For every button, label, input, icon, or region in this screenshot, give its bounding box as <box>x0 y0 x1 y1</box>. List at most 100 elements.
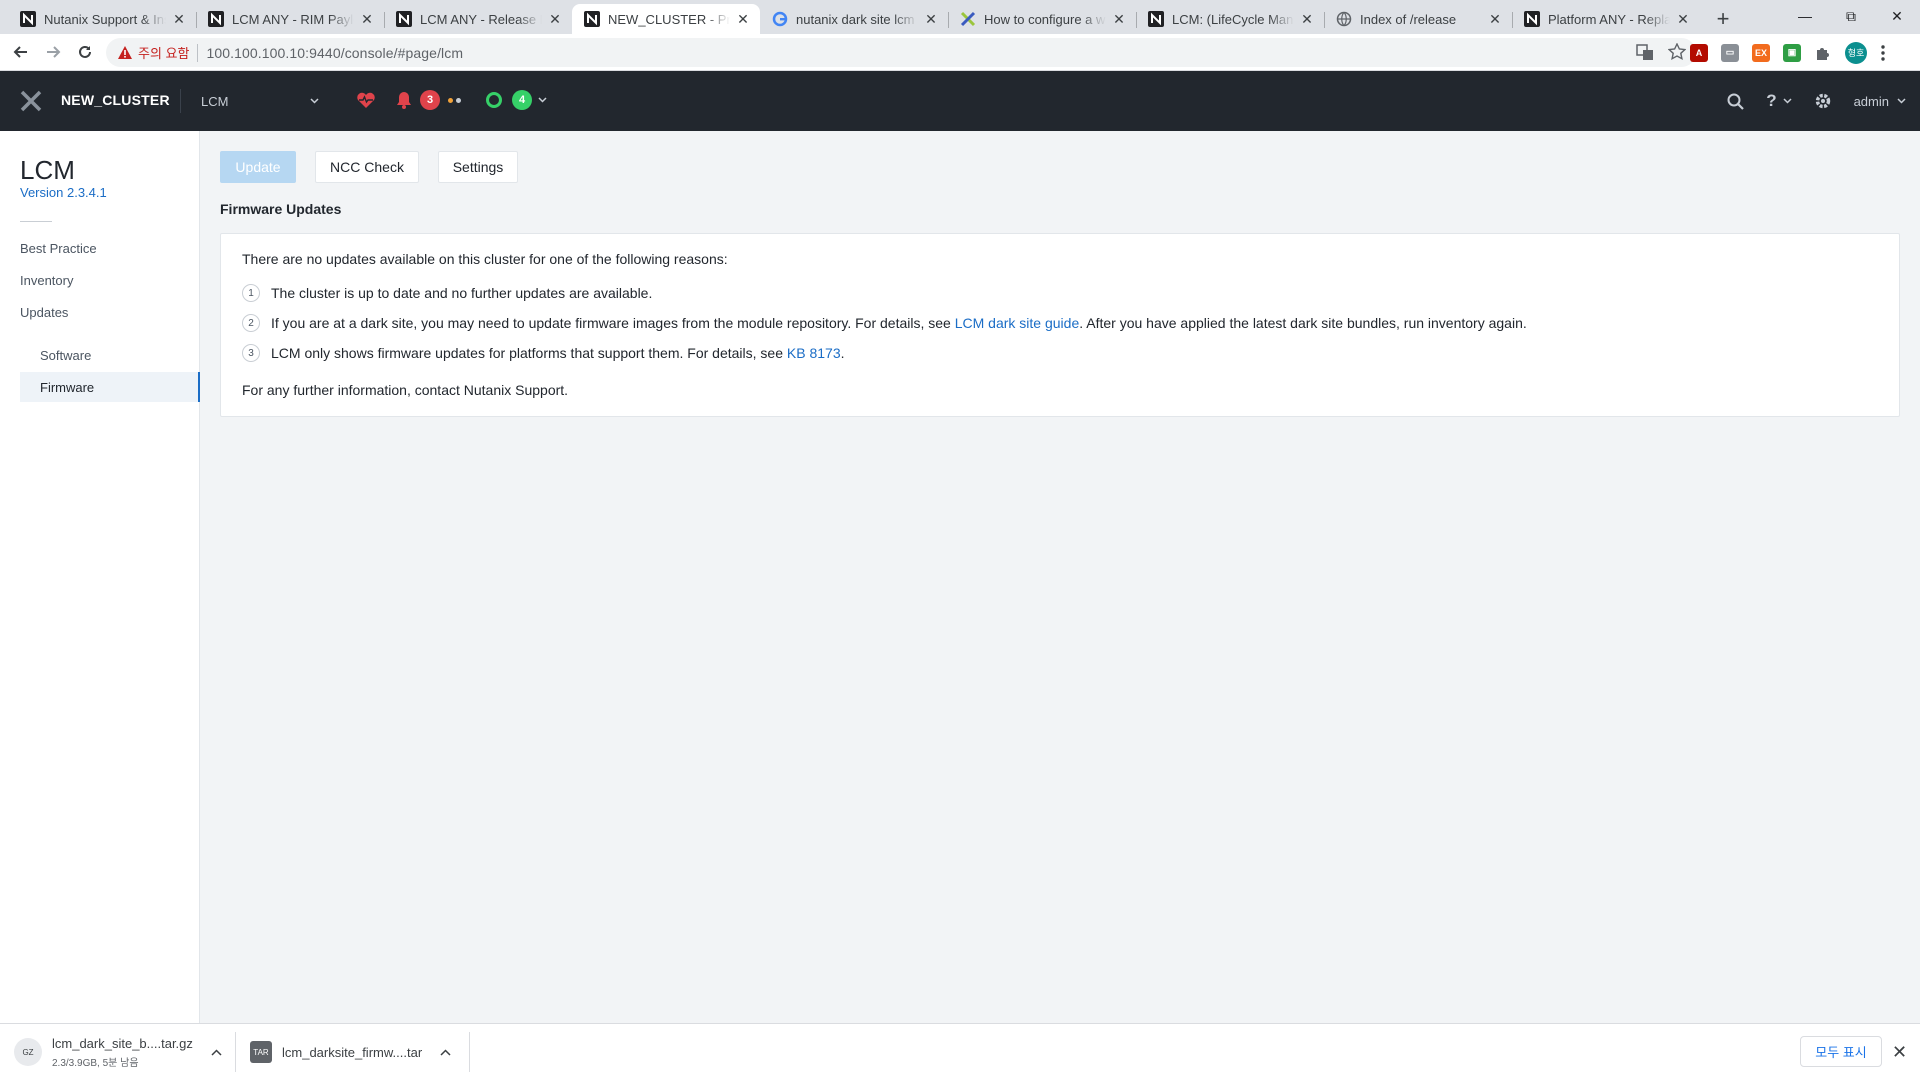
browser-menu-icon[interactable] <box>1880 44 1886 62</box>
kb-8173-link[interactable]: KB 8173 <box>787 345 841 361</box>
tab-close-icon[interactable]: ✕ <box>922 10 940 28</box>
security-warning-label: 주의 요함 <box>138 46 190 61</box>
tab-close-icon[interactable]: ✕ <box>1674 10 1692 28</box>
page-select-value: LCM <box>201 93 229 109</box>
tab-title: Platform ANY - Replace <box>1548 11 1670 27</box>
new-tab-button[interactable]: + <box>1706 4 1740 34</box>
header-divider <box>180 89 181 113</box>
info-dot <box>456 97 461 103</box>
help-menu[interactable]: ? <box>1766 91 1792 111</box>
tab-close-icon[interactable]: ✕ <box>170 10 188 28</box>
tasks-widget[interactable]: 4 <box>486 90 547 110</box>
settings-button[interactable] <box>1814 92 1832 110</box>
search-button[interactable] <box>1727 93 1744 110</box>
task-ring-icon <box>486 92 502 108</box>
browser-tab[interactable]: Nutanix Support & Insights✕ <box>8 4 196 34</box>
sidebar-item-updates[interactable]: Updates <box>20 305 68 320</box>
browser-tab[interactable]: Platform ANY - Replace✕ <box>1512 4 1700 34</box>
window-close-button[interactable]: ✕ <box>1874 0 1920 32</box>
tasks-count-badge: 4 <box>512 90 532 110</box>
update-button[interactable]: Update <box>220 151 296 183</box>
tab-close-icon[interactable]: ✕ <box>1298 10 1316 28</box>
user-name: admin <box>1853 93 1889 109</box>
puzzle-extensions-icon[interactable] <box>1814 44 1832 62</box>
download-divider <box>469 1032 470 1072</box>
health-heart-icon[interactable] <box>356 91 376 109</box>
cast-extension-icon[interactable]: ▭ <box>1721 43 1739 62</box>
download-divider <box>235 1032 236 1072</box>
tab-close-icon[interactable]: ✕ <box>734 10 752 28</box>
nutanix-icon <box>1148 11 1164 27</box>
browser-tab[interactable]: How to configure a web✕ <box>948 4 1136 34</box>
minimize-button[interactable]: — <box>1782 0 1828 32</box>
translate-icon[interactable] <box>1636 43 1654 61</box>
reason-text: . After you have applied the latest dark… <box>1079 315 1527 331</box>
browser-tab[interactable]: NEW_CLUSTER - Prism✕ <box>572 4 760 34</box>
tab-title: Index of /release <box>1360 11 1457 27</box>
tab-close-icon[interactable]: ✕ <box>1110 10 1128 28</box>
nutanix-icon <box>1524 11 1540 27</box>
browser-tab[interactable]: LCM ANY - Release Notes✕ <box>384 4 572 34</box>
browser-tab-strip: Nutanix Support & Insights✕LCM ANY - RIM… <box>0 0 1920 34</box>
download-shelf: GZ lcm_dark_site_b....tar.gz 2.3/3.9GB, … <box>0 1023 1920 1080</box>
settings-tab-button[interactable]: Settings <box>438 151 518 183</box>
back-button[interactable] <box>5 36 37 68</box>
section-title: Firmware Updates <box>220 201 342 217</box>
address-bar[interactable]: 주의 요함 100.100.100.10:9440/console/#page/… <box>106 38 1696 67</box>
nutanix-icon <box>20 11 36 27</box>
cluster-name[interactable]: NEW_CLUSTER <box>61 92 170 108</box>
browser-tab[interactable]: LCM: (LifeCycle Manager)✕ <box>1136 4 1324 34</box>
ex-extension-icon[interactable]: EX <box>1752 43 1770 62</box>
browser-toolbar: 주의 요함 100.100.100.10:9440/console/#page/… <box>0 34 1920 71</box>
browser-tab[interactable]: nutanix dark site lcm li ✕ <box>760 4 948 34</box>
screen-extension-icon[interactable]: ▣ <box>1783 43 1801 62</box>
reason-item: 3 LCM only shows firmware updates for pl… <box>242 344 845 362</box>
sidebar-item-software[interactable]: Software <box>20 340 200 370</box>
reload-button[interactable] <box>69 36 101 68</box>
alerts-widget[interactable]: 3 <box>396 90 461 110</box>
security-warning[interactable]: 주의 요함 <box>118 43 189 62</box>
tab-title: nutanix dark site lcm li <box>796 11 918 27</box>
profile-avatar[interactable]: 형호 <box>1845 41 1867 64</box>
close-icon[interactable]: ✕ <box>1892 1042 1907 1063</box>
reload-icon <box>79 45 91 58</box>
sidebar-item-best-practice[interactable]: Best Practice <box>20 241 97 256</box>
sidebar-item-firmware[interactable]: Firmware <box>20 372 200 402</box>
download-item[interactable]: GZ lcm_dark_site_b....tar.gz 2.3/3.9GB, … <box>14 1024 222 1080</box>
tab-title: NEW_CLUSTER - Prism <box>608 11 730 27</box>
file-type-label: GZ <box>22 1047 34 1057</box>
user-menu[interactable]: admin <box>1854 94 1906 109</box>
bookmark-star-icon[interactable] <box>1668 43 1686 61</box>
show-all-downloads-button[interactable]: 모두 표시 <box>1800 1036 1882 1067</box>
nutanix-x-logo-icon[interactable] <box>20 90 42 112</box>
nutanix-x-icon <box>960 11 976 27</box>
tab-title: LCM ANY - Release Notes <box>420 11 542 27</box>
ncc-check-button[interactable]: NCC Check <box>315 151 419 183</box>
forward-button[interactable] <box>37 36 69 68</box>
warning-icon <box>118 46 132 59</box>
reason-text: . <box>840 345 845 361</box>
google-icon <box>772 11 788 27</box>
page-select-dropdown[interactable]: LCM <box>201 90 319 112</box>
tab-close-icon[interactable]: ✕ <box>546 10 564 28</box>
pdf-extension-icon[interactable]: A <box>1690 43 1708 62</box>
lcm-dark-site-guide-link[interactable]: LCM dark site guide <box>955 315 1080 331</box>
download-item[interactable]: TAR lcm_darksite_firmw....tar <box>250 1024 451 1080</box>
url-text[interactable]: 100.100.100.10:9440/console/#page/lcm <box>206 45 463 61</box>
reason-number: 1 <box>242 284 260 302</box>
reason-number: 3 <box>242 344 260 362</box>
reason-text: If you are at a dark site, you may need … <box>271 315 955 331</box>
browser-tab[interactable]: LCM ANY - RIM Payload✕ <box>196 4 384 34</box>
no-updates-intro: There are no updates available on this c… <box>242 251 728 267</box>
tab-close-icon[interactable]: ✕ <box>358 10 376 28</box>
alert-severity-dots <box>448 97 461 103</box>
download-filename: lcm_darksite_firmw....tar <box>282 1044 423 1060</box>
firmware-updates-card: There are no updates available on this c… <box>220 233 1900 417</box>
sidebar-item-inventory[interactable]: Inventory <box>20 273 73 288</box>
chevron-up-icon[interactable] <box>211 1048 222 1056</box>
restore-button[interactable]: ⧉ <box>1828 0 1874 32</box>
browser-tab[interactable]: Index of /release ✕ <box>1324 4 1512 34</box>
tab-close-icon[interactable]: ✕ <box>1486 10 1504 28</box>
chevron-up-icon[interactable] <box>440 1048 451 1056</box>
download-info: lcm_dark_site_b....tar.gz 2.3/3.9GB, 5분 … <box>52 1036 193 1069</box>
